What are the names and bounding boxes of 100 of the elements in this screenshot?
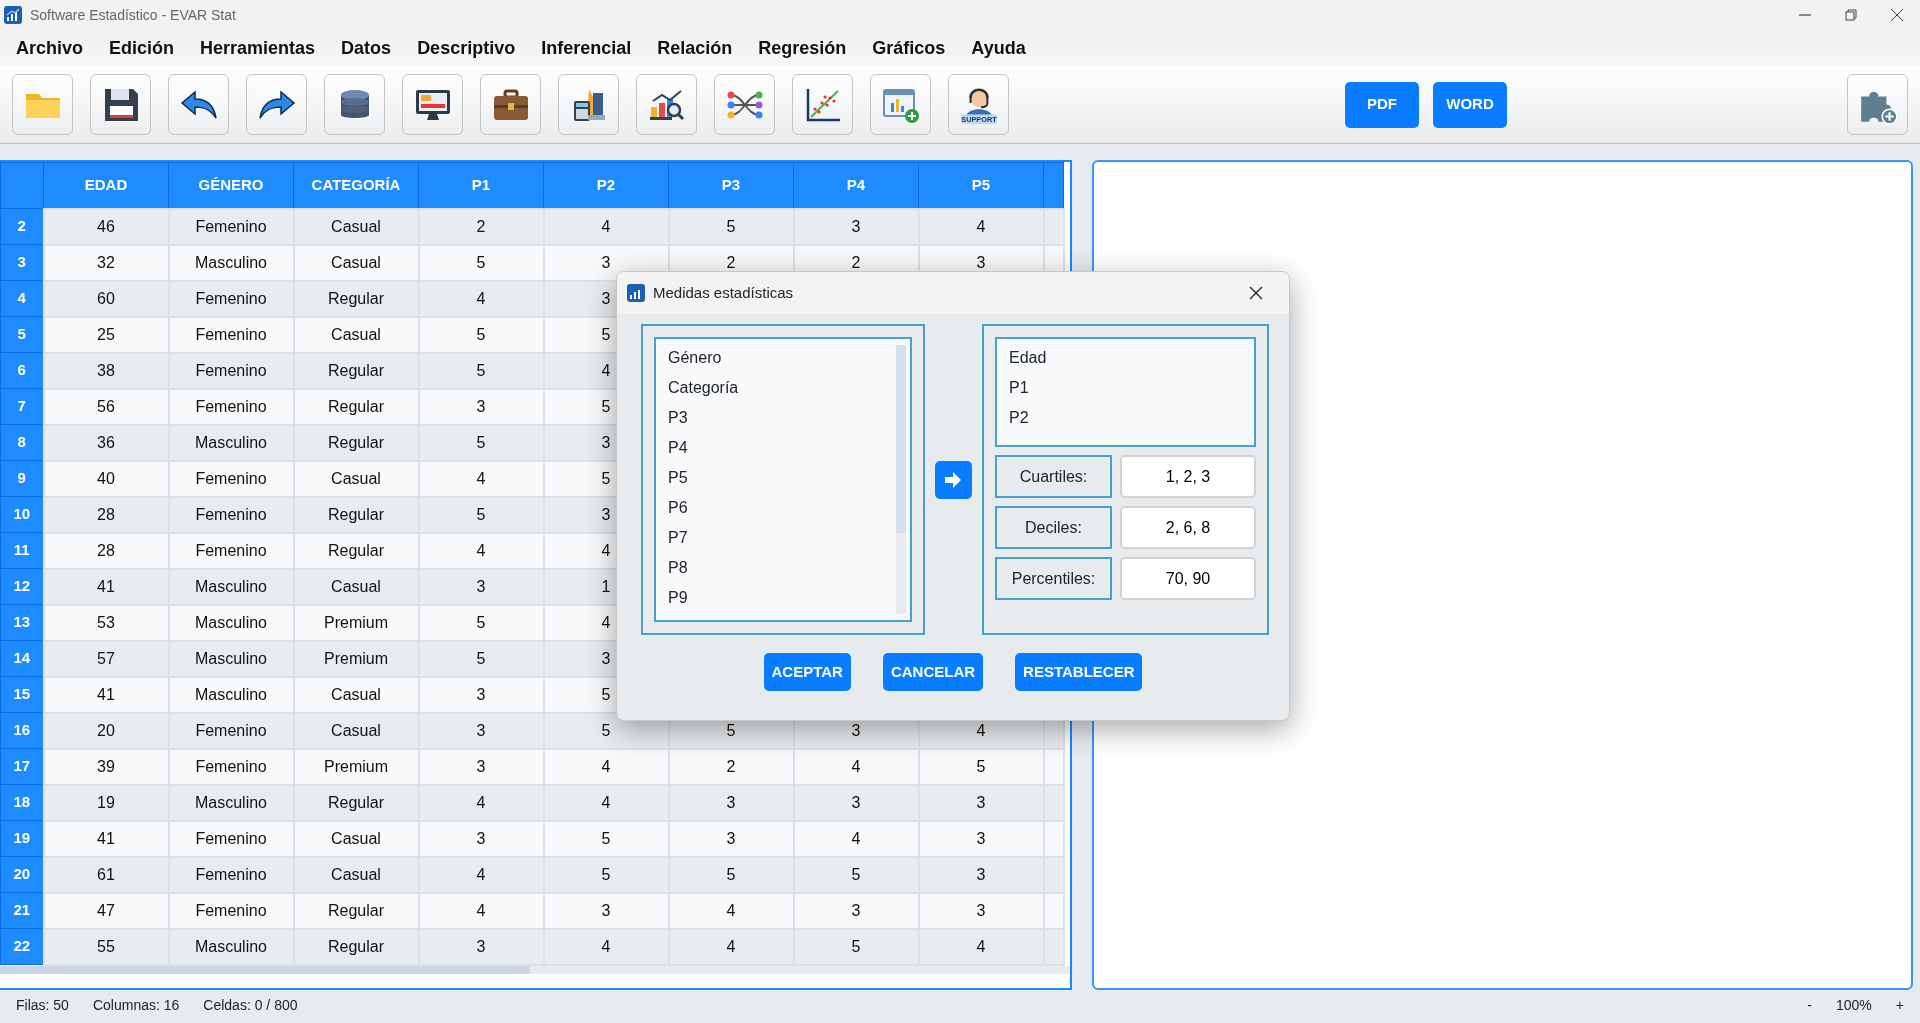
table-cell: Casual xyxy=(293,820,419,857)
column-header[interactable]: P1 xyxy=(418,162,544,209)
table-cell: 5 xyxy=(418,496,544,533)
menu-item[interactable]: Regresión xyxy=(758,34,847,62)
reset-button[interactable]: RESTABLECER xyxy=(1015,653,1143,691)
row-header[interactable]: 5 xyxy=(0,316,44,353)
row-header[interactable]: 22 xyxy=(0,928,44,965)
table-cell: Femenino xyxy=(168,388,294,425)
row-header[interactable]: 10 xyxy=(0,496,44,533)
input-field[interactable]: 2, 6, 8 xyxy=(1120,506,1256,549)
row-header[interactable]: 20 xyxy=(0,856,44,893)
plugin-button[interactable] xyxy=(1847,74,1908,135)
table-cell: 3 xyxy=(418,712,544,749)
table-cell: Femenino xyxy=(168,532,294,569)
menu-item[interactable]: Descriptivo xyxy=(417,34,516,62)
column-header[interactable]: EDAD xyxy=(43,162,169,209)
row-header[interactable]: 3 xyxy=(0,244,44,281)
input-field[interactable]: 1, 2, 3 xyxy=(1120,455,1256,498)
zoom-out-button[interactable]: - xyxy=(1807,994,1812,1016)
menu-item[interactable]: Gráficos xyxy=(872,34,946,62)
table-cell: 5 xyxy=(418,424,544,461)
table-cell: Casual xyxy=(293,568,419,605)
table-cell: 53 xyxy=(43,604,169,641)
row-header[interactable]: 21 xyxy=(0,892,44,929)
toolbar-button[interactable] xyxy=(792,74,853,135)
toolbar-button[interactable] xyxy=(480,74,541,135)
row-header[interactable]: 16 xyxy=(0,712,44,749)
word-export-button[interactable]: WORD xyxy=(1433,81,1507,128)
row-header[interactable]: 15 xyxy=(0,676,44,713)
row-header[interactable]: 17 xyxy=(0,748,44,785)
close-icon xyxy=(1889,7,1905,23)
table-cell: Femenino xyxy=(168,820,294,857)
scrollbar-thumb[interactable] xyxy=(0,965,530,974)
scrollbar-thumb[interactable] xyxy=(895,345,906,534)
table-cell: 5 xyxy=(543,820,669,857)
toolbar-button[interactable] xyxy=(90,74,151,135)
menu-item[interactable]: Herramientas xyxy=(200,34,316,62)
row-header[interactable]: 12 xyxy=(0,568,44,605)
column-header[interactable]: P3 xyxy=(668,162,794,209)
menu-item[interactable]: Archivo xyxy=(16,34,84,62)
column-header[interactable]: GÉNERO xyxy=(168,162,294,209)
column-header[interactable]: P5 xyxy=(918,162,1044,209)
zoom-in-button[interactable]: + xyxy=(1895,994,1904,1016)
move-right-button[interactable] xyxy=(934,460,972,499)
table-cell: Masculino xyxy=(168,568,294,605)
row-header[interactable]: 2 xyxy=(0,208,44,245)
pdf-export-button[interactable]: PDF xyxy=(1345,81,1419,128)
column-header[interactable]: P2 xyxy=(543,162,669,209)
table-cell: Femenino xyxy=(168,460,294,497)
input-field[interactable]: 70, 90 xyxy=(1120,557,1256,600)
row-header[interactable]: 8 xyxy=(0,424,44,461)
table-cell: Masculino xyxy=(168,676,294,713)
row-header[interactable]: 13 xyxy=(0,604,44,641)
table-cell: Femenino xyxy=(168,352,294,389)
table-cell: 3 xyxy=(543,892,669,929)
table-cell: 4 xyxy=(543,784,669,821)
toolbar-button[interactable] xyxy=(168,74,229,135)
cancel-button[interactable]: CANCELAR xyxy=(882,653,984,691)
table-cell: 5 xyxy=(418,352,544,389)
row-header[interactable]: 14 xyxy=(0,640,44,677)
bar-chart-icon xyxy=(4,6,22,24)
row-header[interactable]: 4 xyxy=(0,280,44,317)
table-cell: Femenino xyxy=(168,856,294,893)
menu-item[interactable]: Inferencial xyxy=(541,34,632,62)
table-cell: Regular xyxy=(293,388,419,425)
row-header[interactable]: 11 xyxy=(0,532,44,569)
row-header[interactable]: 7 xyxy=(0,388,44,425)
table-cell: 47 xyxy=(43,892,169,929)
row-header[interactable]: 6 xyxy=(0,352,44,389)
row-header[interactable]: 9 xyxy=(0,460,44,497)
table-cell: 5 xyxy=(793,928,919,965)
column-header[interactable]: CATEGORÍA xyxy=(293,162,419,209)
column-header[interactable]: P4 xyxy=(793,162,919,209)
accept-button[interactable]: ACEPTAR xyxy=(763,653,851,691)
toolbar-button[interactable] xyxy=(402,74,463,135)
menu-item[interactable]: Ayuda xyxy=(971,34,1026,62)
table-cell: Femenino xyxy=(168,892,294,929)
table-cell: 4 xyxy=(793,748,919,785)
table-cell: Casual xyxy=(293,244,419,281)
table-cell: 3 xyxy=(793,784,919,821)
list-item[interactable]: P1 xyxy=(997,373,1254,403)
table-cell: Femenino xyxy=(168,712,294,749)
toolbar-button[interactable] xyxy=(636,74,697,135)
list-item[interactable]: Edad xyxy=(997,343,1254,373)
table-cell: 5 xyxy=(418,244,544,281)
menu-item[interactable]: Relación xyxy=(657,34,733,62)
row-header[interactable]: 19 xyxy=(0,820,44,857)
row-header[interactable]: 18 xyxy=(0,784,44,821)
table-cell: 4 xyxy=(418,892,544,929)
toolbar-button[interactable] xyxy=(324,74,385,135)
toolbar-button[interactable] xyxy=(558,74,619,135)
table-cell: 5 xyxy=(793,856,919,893)
table-cell: Regular xyxy=(293,352,419,389)
list-item[interactable]: P2 xyxy=(997,403,1254,433)
toolbar-button[interactable] xyxy=(246,74,307,135)
menu-item[interactable]: Edición xyxy=(109,34,175,62)
menu-item[interactable]: Datos xyxy=(341,34,392,62)
toolbar-button[interactable]: SUPPORT xyxy=(948,74,1009,135)
toolbar-button[interactable] xyxy=(714,74,775,135)
table-cell: 4 xyxy=(793,820,919,857)
